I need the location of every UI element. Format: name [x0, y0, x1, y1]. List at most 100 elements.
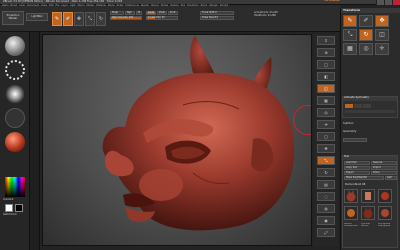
import-button[interactable]: Import	[371, 166, 397, 170]
m-label: M	[138, 11, 141, 14]
zadd-button[interactable]: Zadd	[146, 11, 156, 15]
color-picker[interactable]	[5, 177, 25, 197]
floor-icon[interactable]: ▦	[317, 96, 335, 105]
focal-shift-slider[interactable]: Focal Shift 0	[200, 11, 234, 15]
window-controls	[376, 0, 400, 5]
frame-icon[interactable]: ▢	[317, 132, 335, 141]
alpha-icon[interactable]	[5, 84, 25, 104]
ghost-icon[interactable]: ◍	[317, 204, 335, 213]
thumbnail-label: PolySphere	[378, 225, 391, 228]
rotate-button[interactable]: ↻	[96, 12, 106, 26]
xpose-icon[interactable]: ⤢	[317, 228, 335, 237]
subtool-label[interactable]: SubTool	[343, 122, 353, 125]
axis-z-button[interactable]	[363, 104, 371, 108]
draw-size-slider[interactable]: Draw Size 64	[200, 16, 234, 20]
demon-thumb-icon	[346, 190, 356, 202]
local-icon[interactable]: ◎	[359, 43, 373, 55]
zsub-label: Zsub	[159, 11, 165, 14]
floor-icon[interactable]: ▦	[343, 43, 357, 55]
texture-icon[interactable]	[5, 108, 25, 128]
draw-button[interactable]: ✐	[63, 12, 73, 26]
export-button[interactable]: Export	[344, 171, 370, 175]
left-tray: Gradient SwitchColor	[0, 32, 30, 250]
rgb-intensity-slider[interactable]: Rgb Intensity 100	[110, 16, 142, 20]
make-polymesh-button[interactable]: Make PolyMesh3D	[344, 176, 384, 180]
thumb-simplebrush[interactable]	[344, 206, 358, 220]
copy-tool-button[interactable]: Copy Tool	[344, 166, 370, 170]
axis-y-button[interactable]	[354, 104, 362, 108]
rotate-icon[interactable]: ↻	[317, 168, 335, 177]
stroke-dots-icon[interactable]	[5, 60, 25, 80]
rotate-icon[interactable]: ↻	[359, 29, 373, 41]
close-button[interactable]	[392, 0, 400, 5]
move-icon[interactable]: ✥	[375, 15, 389, 27]
move-button[interactable]: ✥	[74, 12, 84, 26]
mrgb-button[interactable]: Mrgb	[110, 11, 124, 15]
left-tray-divider	[30, 32, 40, 250]
scroll-icon[interactable]: ⇕	[317, 36, 335, 45]
polyf-icon[interactable]: ▤	[317, 180, 335, 189]
actual-icon[interactable]: □	[317, 60, 335, 69]
cheek	[139, 169, 183, 201]
brush-standard-icon[interactable]	[5, 36, 25, 56]
minimize-button[interactable]	[376, 0, 384, 5]
move-icon[interactable]: ✥	[317, 144, 335, 153]
persp-icon[interactable]: ◫	[375, 29, 389, 41]
top-shelf: Projection Master LightBox ✎ ✐ ✥ ⤡ ↻ Mrg…	[0, 8, 340, 32]
draw-size-label: Draw Size 64	[202, 16, 218, 19]
radial-count-slider[interactable]	[345, 110, 395, 113]
document-canvas[interactable]	[42, 34, 312, 246]
save-as-button[interactable]: Save As	[371, 161, 397, 165]
goz-button[interactable]: GoZ	[385, 176, 397, 180]
lightbox-button[interactable]: LightBox	[26, 13, 48, 21]
edit-icon[interactable]: ✎	[343, 15, 357, 27]
thumb-polysphere[interactable]	[378, 189, 392, 203]
thumb-polysphere-2[interactable]	[378, 206, 392, 220]
thumbnail-labels: Demon Cylinder PolySphere SimpleBrush Demon P…	[344, 223, 396, 227]
tool-title[interactable]: Tool	[343, 155, 397, 160]
geometry-label[interactable]: Geometry	[343, 130, 356, 133]
zsub-button[interactable]: Zsub	[157, 11, 167, 15]
m-button[interactable]: M	[136, 11, 142, 15]
load-tool-button[interactable]: Load Tool	[344, 161, 370, 165]
axis-x-button[interactable]	[345, 104, 353, 108]
thumb-cylinder[interactable]	[361, 189, 375, 203]
xyz-icon[interactable]: ✛	[375, 43, 389, 55]
thumb-demon-2[interactable]	[361, 206, 375, 220]
z-intensity-slider[interactable]: Z Intensity 25	[146, 16, 178, 20]
local-icon[interactable]: ◎	[317, 108, 335, 117]
clone-button[interactable]: Clone	[371, 171, 397, 175]
transform-icons: ✎ ✐ ✥ ⤡ ↻ ◫ ▦ ◎ ✛	[343, 15, 389, 55]
tool-thumbnails	[344, 189, 392, 220]
transform-title: Transform	[341, 8, 400, 13]
thumbnail-label: SimpleBrush	[344, 225, 358, 228]
cylinder-thumb-icon	[365, 192, 371, 200]
autosave-indicator: AUTOSAVE	[324, 0, 341, 2]
main-color-swatch[interactable]	[5, 204, 13, 212]
right-view-strip: ⇕ ⊕ □ ◧ ◫ ▦ ◎ ✛ ▢ ✥ ⤡ ↻ ▤ ◌ ◍ ◉ ⤢	[314, 34, 338, 246]
transp-icon[interactable]: ◌	[317, 192, 335, 201]
activate-symmetry[interactable]: Activate Symmetry	[343, 96, 397, 101]
rgb-button[interactable]: Rgb	[125, 11, 135, 15]
material-icon[interactable]	[5, 132, 25, 152]
zcut-button[interactable]: Zcut	[168, 11, 178, 15]
aahalf-icon[interactable]: ◧	[317, 72, 335, 81]
maximize-button[interactable]	[384, 0, 392, 5]
xyz-icon[interactable]: ✛	[317, 120, 335, 129]
scale-icon[interactable]: ⤡	[343, 29, 357, 41]
secondary-color-swatch[interactable]	[15, 204, 23, 212]
focal-shift-label: Focal Shift 0	[202, 11, 217, 14]
subtool-dropdown[interactable]	[343, 138, 367, 142]
thumb-demon-1[interactable]	[344, 189, 358, 203]
scale-button[interactable]: ⤡	[85, 12, 95, 26]
draw-icon[interactable]: ✐	[359, 15, 373, 27]
zoom-icon[interactable]: ⊕	[317, 48, 335, 57]
window-title: ZBrush 3.5 R3 [DEMON SKULL] : ZBrush Doc…	[3, 0, 123, 3]
projection-master-button[interactable]: Projection Master	[2, 11, 24, 25]
sphere-thumb-icon	[381, 192, 389, 200]
switch-color-label[interactable]: SwitchColor	[3, 213, 17, 216]
persp-icon[interactable]: ◫	[317, 84, 335, 93]
scale-icon[interactable]: ⤡	[317, 156, 335, 165]
solo-icon[interactable]: ◉	[317, 216, 335, 225]
edit-button[interactable]: ✎	[52, 12, 62, 26]
